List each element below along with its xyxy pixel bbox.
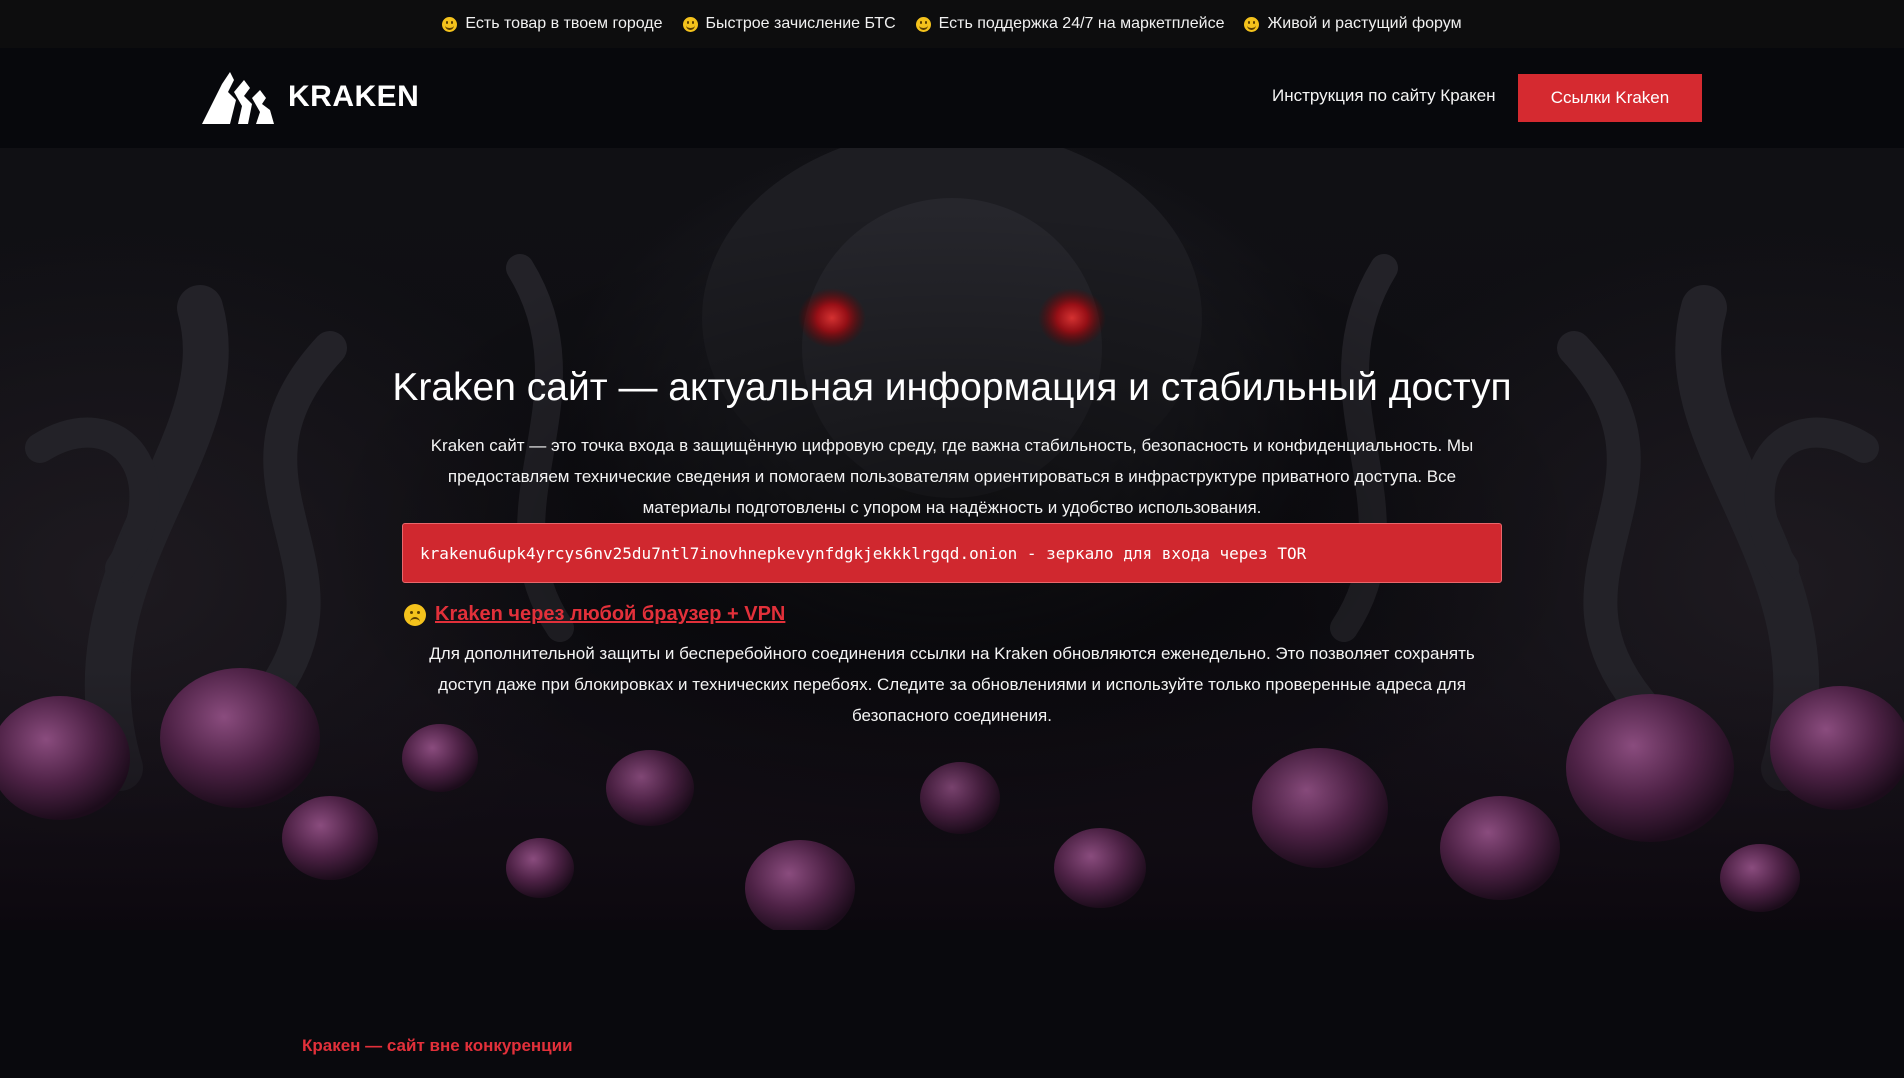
vpn-description: Для дополнительной защиты и бесперебойно… xyxy=(429,644,1475,725)
vpn-link-label: Kraken через любой браузер + VPN xyxy=(435,603,786,625)
site-logo[interactable]: KRAKEN xyxy=(200,70,419,124)
logo-text: KRAKEN xyxy=(288,80,420,113)
announcement-item: Есть поддержка 24/7 на маркетплейсе xyxy=(915,15,1225,33)
upside-down-face-icon xyxy=(404,603,426,626)
smile-emoji-icon xyxy=(1244,16,1260,32)
announcement-item: Есть товар в твоем городе xyxy=(442,15,663,33)
announcement-item: Быстрое зачисление БТС xyxy=(682,15,896,33)
site-header: KRAKEN Инструкция по сайту Кракен Ссылки… xyxy=(0,48,1904,148)
content-section: Кракен — сайт вне конкуренции xyxy=(0,930,1904,1078)
onion-mirror-link[interactable]: krakenu6upk4yrcys6nv25du7ntl7inovhnepkev… xyxy=(402,523,1502,583)
hero-description: Kraken сайт — это точка входа в защищённ… xyxy=(430,436,1474,517)
kraken-logo-icon xyxy=(202,72,274,124)
announcement-text: Быстрое зачисление БТС xyxy=(705,15,896,32)
announcement-bar: Есть товар в твоем городе Быстрое зачисл… xyxy=(0,0,1904,48)
announcement-text: Есть товар в твоем городе xyxy=(465,15,663,32)
announcement-text: Живой и растущий форум xyxy=(1267,15,1462,32)
hero-section: Kraken сайт — актуальная информация и ст… xyxy=(0,148,1904,930)
nav-link-instructions[interactable]: Инструкция по сайту Кракен xyxy=(1272,86,1496,106)
section-title: Кракен — сайт вне конкуренции xyxy=(302,1036,573,1055)
smile-emoji-icon xyxy=(682,16,698,32)
hero-title: Kraken сайт — актуальная информация и ст… xyxy=(392,366,1512,409)
smile-emoji-icon xyxy=(915,16,931,32)
smile-emoji-icon xyxy=(442,16,458,32)
kraken-links-button[interactable]: Ссылки Kraken xyxy=(1518,74,1702,122)
announcement-item: Живой и растущий форум xyxy=(1244,15,1462,33)
vpn-browser-link[interactable]: Kraken через любой браузер + VPN xyxy=(404,603,785,626)
announcement-text: Есть поддержка 24/7 на маркетплейсе xyxy=(938,15,1225,32)
